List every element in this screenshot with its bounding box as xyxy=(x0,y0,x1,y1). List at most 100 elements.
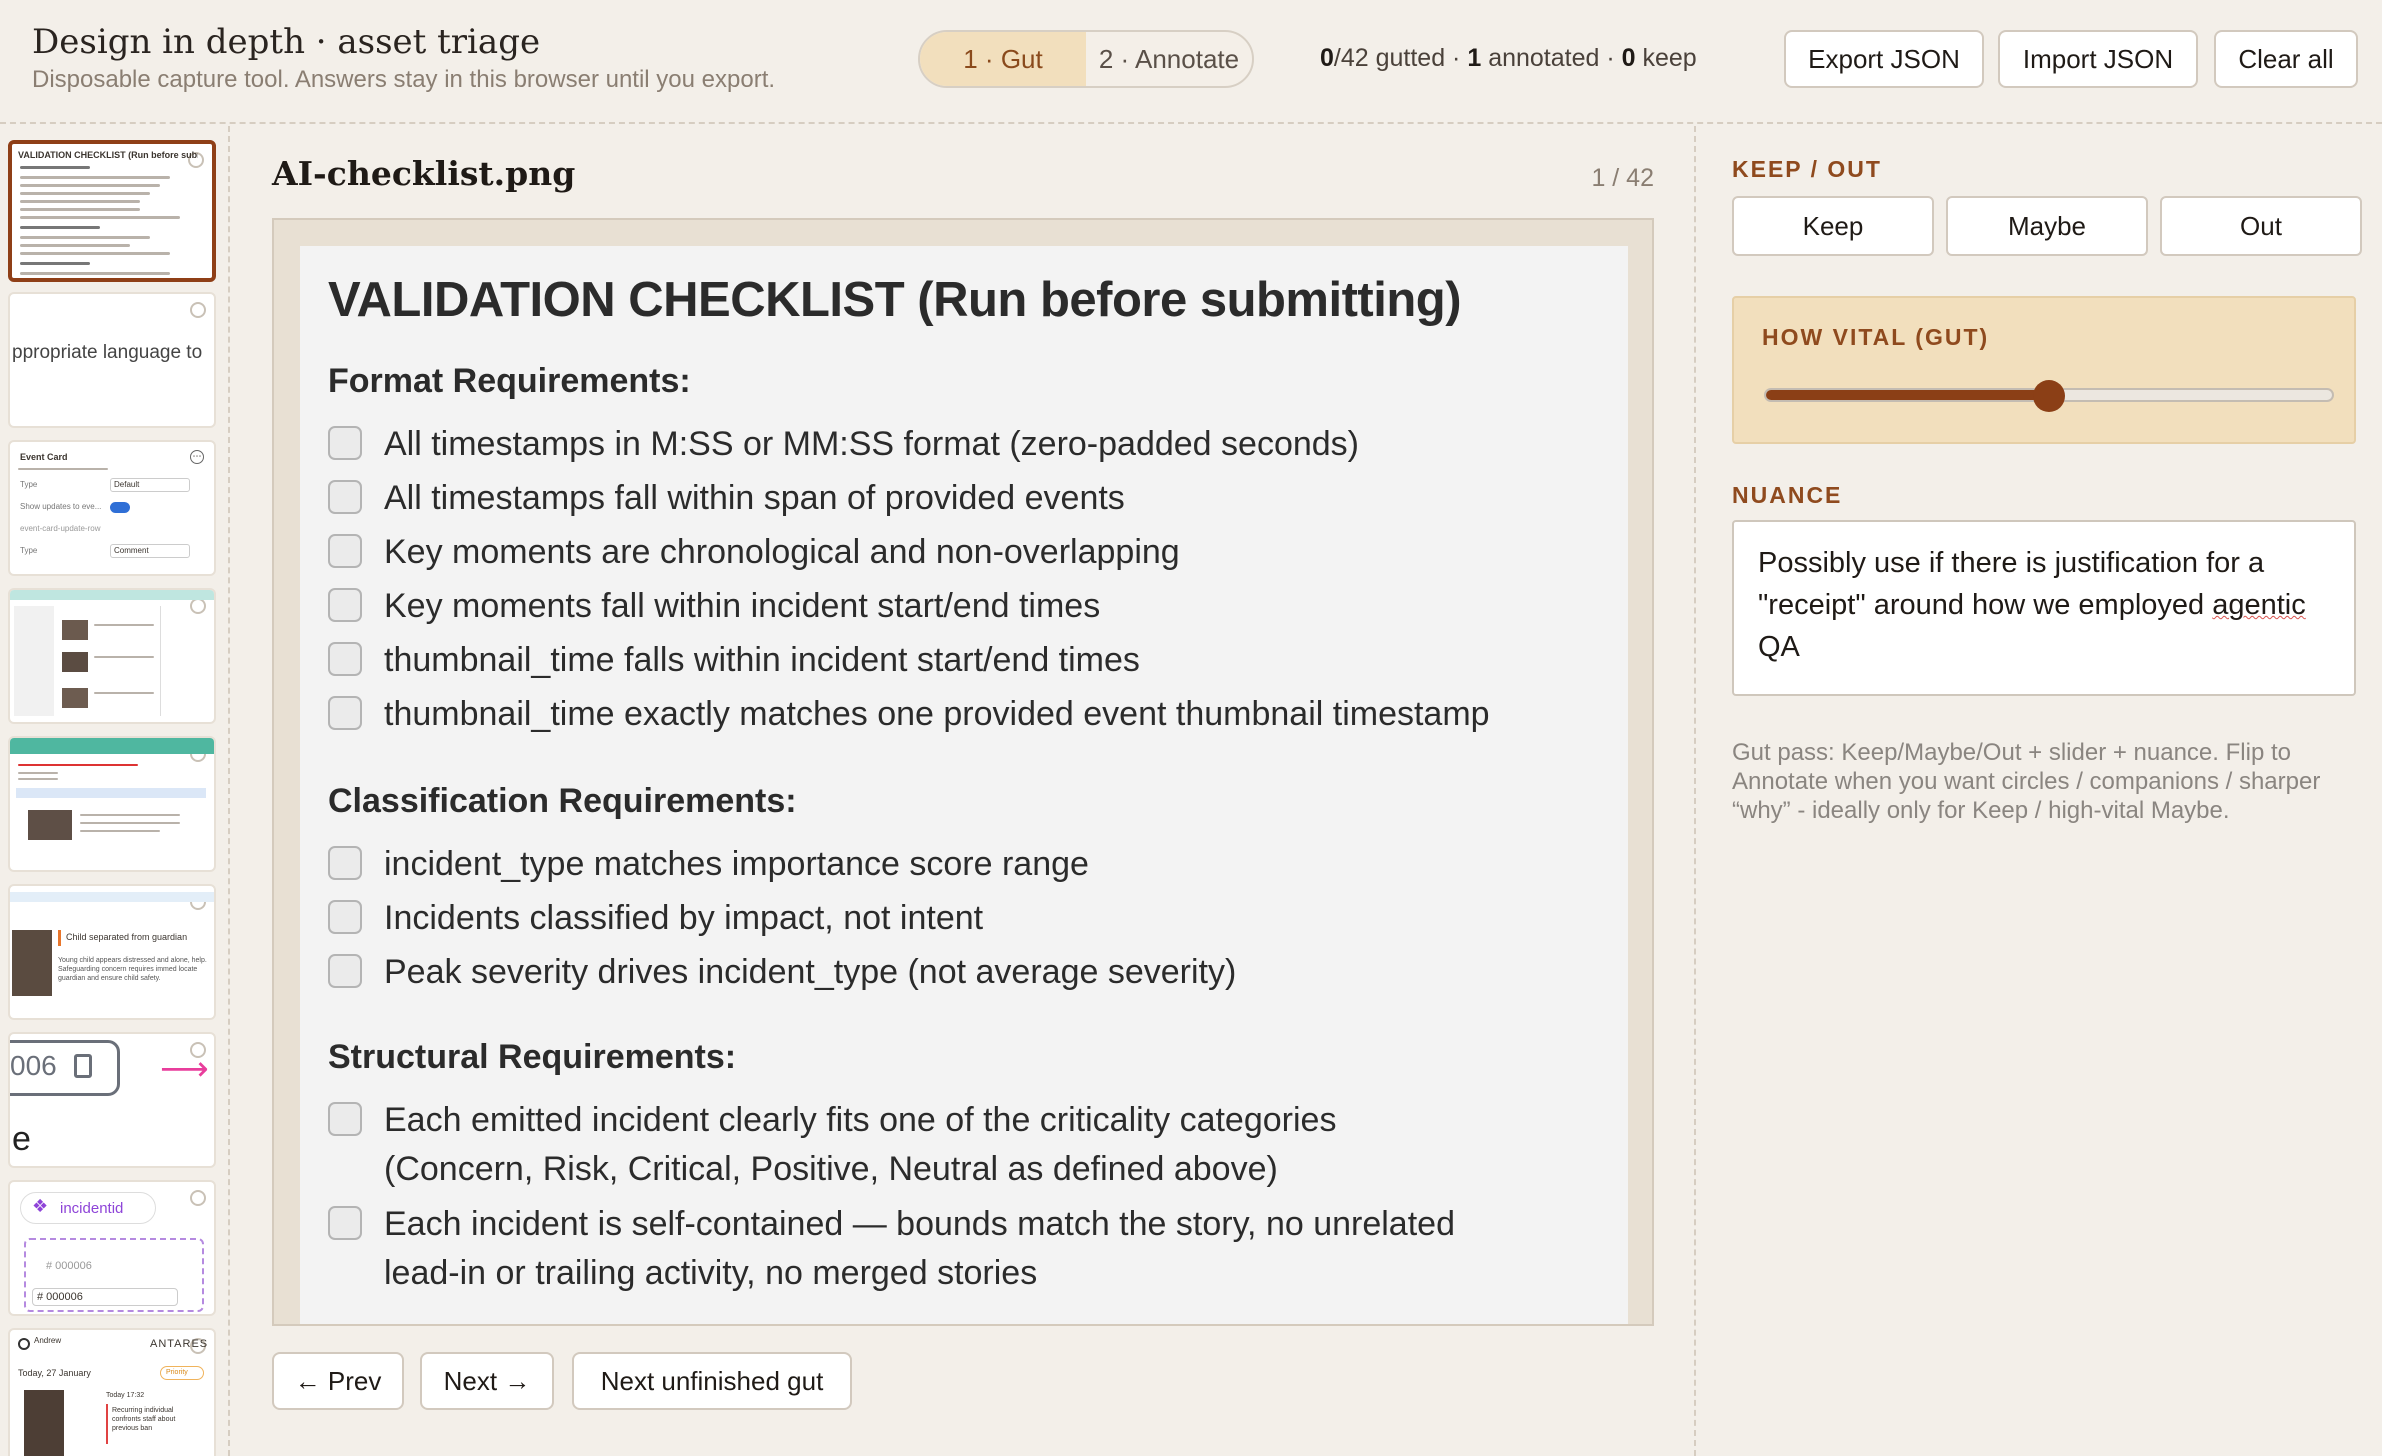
thumbnail-event-card[interactable]: Event Card ⋯ Type Default Show updates t… xyxy=(8,440,216,576)
user-icon xyxy=(18,1338,30,1350)
asset-counter: 1 / 42 xyxy=(1591,164,1654,192)
thumbnail-value: Comment xyxy=(114,546,149,555)
checkbox-icon xyxy=(328,480,362,514)
nuance-label: NUANCE xyxy=(1732,482,1843,508)
export-json-button[interactable]: Export JSON xyxy=(1784,30,1984,88)
thumbnail-antares-feed[interactable]: Andrew ANTARES Today, 27 January Priorit… xyxy=(8,1328,216,1456)
thumbnail-field: event-card-update-row xyxy=(20,524,101,533)
status-dot xyxy=(190,302,206,318)
checkbox-icon xyxy=(328,642,362,676)
thumbnail-id-copy[interactable]: 006 ⟶ e xyxy=(8,1032,216,1168)
checkbox-icon xyxy=(328,588,362,622)
thumbnail-image xyxy=(62,620,88,640)
thumbnail-title: VALIDATION CHECKLIST (Run before submitt… xyxy=(18,150,198,160)
thumbnail-image xyxy=(24,1390,64,1456)
out-button[interactable]: Out xyxy=(2160,196,2362,256)
annotated-suffix: annotated · xyxy=(1481,44,1622,72)
checkbox-icon xyxy=(328,426,362,460)
asset-thumbnail-list[interactable]: VALIDATION CHECKLIST (Run before submitt… xyxy=(0,126,230,1456)
mode-gut-tab[interactable]: 1 · Gut xyxy=(920,32,1086,86)
nuance-textarea[interactable]: Possibly use if there is justification f… xyxy=(1732,520,2356,696)
nuance-text-end: QA xyxy=(1758,631,1800,663)
thumbnail-badge: Priority xyxy=(166,1369,188,1376)
checklist-item-text: All timestamps fall within span of provi… xyxy=(384,479,1125,517)
thumbnail-image xyxy=(62,652,88,672)
checklist-item-text: (Concern, Risk, Critical, Positive, Neut… xyxy=(384,1150,1278,1188)
thumbnail-text: ppropriate language to xyxy=(12,342,203,363)
thumbnail-report[interactable] xyxy=(8,736,216,872)
checklist-item: All timestamps fall within span of provi… xyxy=(328,474,1125,523)
gutted-suffix: /42 gutted · xyxy=(1333,44,1468,72)
thumbnail-brand: ANTARES xyxy=(150,1338,209,1350)
thumbnail-dashboard[interactable] xyxy=(8,588,216,724)
thumbnail-body: Recurring individual confronts staff abo… xyxy=(112,1407,176,1432)
checklist-item-text: thumbnail_time exactly matches one provi… xyxy=(384,695,1490,733)
next-button[interactable]: Next → xyxy=(420,1352,554,1410)
triage-panel: KEEP / OUT Keep Maybe Out HOW VITAL (GUT… xyxy=(1694,126,2382,1456)
thumbnail-letter: e xyxy=(12,1120,31,1158)
thumbnail-time: Today 17:32 xyxy=(106,1392,145,1399)
checkbox-icon xyxy=(328,534,362,568)
checklist-item: Peak severity drives incident_type (not … xyxy=(328,948,1236,997)
arrow-right-icon: ⟶ xyxy=(160,1050,209,1088)
thumbnail-image xyxy=(28,810,72,840)
prev-button[interactable]: ← Prev xyxy=(272,1352,404,1410)
thumbnail-image xyxy=(12,930,52,996)
maybe-button[interactable]: Maybe xyxy=(1946,196,2148,256)
toggle-icon xyxy=(110,502,130,513)
thumbnail-field: Type xyxy=(20,546,38,555)
mode-annotate-tab[interactable]: 2 · Annotate xyxy=(1086,32,1252,86)
help-text: Gut pass: Keep/Maybe/Out + slider + nuan… xyxy=(1732,739,2321,824)
thumbnail-brand: incidentid xyxy=(60,1200,124,1217)
app-subtitle: Disposable capture tool. Answers stay in… xyxy=(32,66,776,93)
checklist-item: All timestamps in M:SS or MM:SS format (… xyxy=(328,420,1359,469)
more-icon: ⋯ xyxy=(190,450,204,464)
progress-stats: 0/42 gutted · 1 annotated · 0 keep xyxy=(1320,44,1697,73)
checklist-item-text: thumbnail_time falls within incident sta… xyxy=(384,641,1140,679)
annotated-count: 1 xyxy=(1467,44,1482,72)
thumbnail-date: Today, 27 January xyxy=(18,1368,91,1378)
thumbnail-title: Event Card xyxy=(20,452,68,462)
thumbnail-id: # 000006 xyxy=(46,1260,92,1272)
checklist-item: Each incident is self-contained — bounds… xyxy=(328,1200,1455,1298)
checklist-item-text: Key moments fall within incident start/e… xyxy=(384,587,1101,625)
thumbnail-ai-checklist[interactable]: VALIDATION CHECKLIST (Run before submitt… xyxy=(8,140,216,282)
keep-out-label: KEEP / OUT xyxy=(1732,156,1882,182)
gutted-count: 0 xyxy=(1320,44,1334,72)
thumbnail-image xyxy=(62,688,88,708)
checklist-item: Incidents classified by impact, not inte… xyxy=(328,894,983,943)
next-unfinished-button[interactable]: Next unfinished gut xyxy=(572,1352,852,1410)
checkbox-icon xyxy=(328,900,362,934)
asset-preview: VALIDATION CHECKLIST (Run before submitt… xyxy=(272,218,1654,1326)
incidentid-logo-icon: ❖ xyxy=(32,1196,49,1216)
clear-all-button[interactable]: Clear all xyxy=(2214,30,2358,88)
thumbnail-incident-child[interactable]: Child separated from guardian Young chil… xyxy=(8,884,216,1020)
clipboard-icon xyxy=(74,1054,92,1078)
thumbnail-field: Show updates to eve... xyxy=(20,502,102,511)
thumbnail-id: # 000006 xyxy=(37,1291,83,1303)
checklist-item: thumbnail_time falls within incident sta… xyxy=(328,636,1140,685)
thumbnail-incidentid[interactable]: ❖ incidentid # 000006 # 000006 xyxy=(8,1180,216,1316)
vital-slider-thumb[interactable] xyxy=(2033,380,2065,412)
checklist-item-text: Incidents classified by impact, not inte… xyxy=(384,899,984,937)
vital-slider-fill xyxy=(1766,390,2049,400)
thumbnail-code: 006 xyxy=(10,1050,57,1081)
keep-suffix: keep xyxy=(1635,44,1697,72)
keep-button[interactable]: Keep xyxy=(1732,196,1934,256)
section-heading: Classification Requirements: xyxy=(328,782,797,820)
checkbox-icon xyxy=(328,696,362,730)
checklist-item: Key moments fall within incident start/e… xyxy=(328,582,1100,631)
import-json-button[interactable]: Import JSON xyxy=(1998,30,2198,88)
status-dot xyxy=(190,1190,206,1206)
checklist-item-text: lead-in or trailing activity, no merged … xyxy=(384,1254,1038,1292)
checklist-item: thumbnail_time exactly matches one provi… xyxy=(328,690,1490,739)
keep-count: 0 xyxy=(1621,44,1636,72)
checkbox-icon xyxy=(328,846,362,880)
checklist-item-text: Key moments are chronological and non-ov… xyxy=(384,533,1180,571)
thumbnail-field: Type xyxy=(20,480,38,489)
section-heading: Format Requirements: xyxy=(328,362,691,400)
checklist-item-text: All timestamps in M:SS or MM:SS format (… xyxy=(384,425,1359,463)
thumbnail-language[interactable]: ppropriate language to xyxy=(8,292,216,428)
checkbox-icon xyxy=(328,1206,362,1240)
mode-toggle: 1 · Gut 2 · Annotate xyxy=(918,30,1254,88)
